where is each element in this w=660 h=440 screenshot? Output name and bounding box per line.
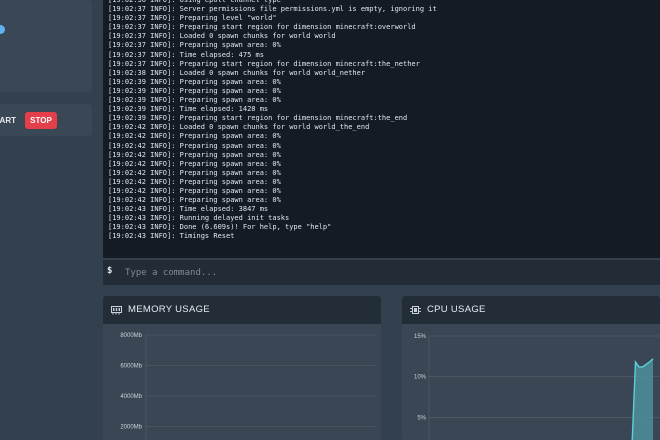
console-line: [19:02:42 INFO]: Preparing spawn area: 0… — [108, 132, 281, 141]
console-line: [19:02:39 INFO]: Preparing spawn area: 0… — [108, 86, 281, 95]
console-line: [19:02:37 INFO]: Loaded 0 spawn chunks f… — [108, 32, 336, 41]
console-line: [19:02:42 INFO]: Preparing spawn area: 0… — [108, 168, 281, 177]
memory-panel-title: MEMORY USAGE — [128, 304, 210, 315]
console-line: [19:02:42 INFO]: Preparing spawn area: 0… — [108, 141, 281, 150]
memory-tick-label: 6000Mb — [120, 364, 142, 370]
console-line: [19:02:42 INFO]: Preparing spawn area: 0… — [108, 186, 281, 195]
console-line: [19:02:42 INFO]: Preparing spawn area: 0… — [108, 159, 281, 168]
memory-chart: 8000Mb 6000Mb 4000Mb 2000Mb — [120, 333, 376, 440]
console-line: [19:02:39 INFO]: Preparing start region … — [108, 114, 408, 123]
console-line: [19:02:37 INFO]: Preparing start region … — [108, 59, 420, 68]
memory-tick-label: 4000Mb — [120, 394, 142, 400]
console-line: [19:02:42 INFO]: Preparing spawn area: 0… — [108, 177, 281, 186]
stop-button[interactable]: STOP — [25, 112, 57, 129]
cpu-usage-line — [631, 358, 654, 440]
restart-button[interactable]: ART — [0, 112, 16, 129]
memory-panel-header: MEMORY USAGE — [103, 296, 381, 324]
console-line: [19:02:39 INFO]: Preparing spawn area: 0… — [108, 77, 281, 86]
command-input[interactable] — [121, 264, 649, 281]
console-line: [19:02:42 INFO]: Preparing spawn area: 0… — [108, 196, 281, 205]
memory-usage-panel: MEMORY USAGE 8000Mb 6000Mb 4000Mb 2000Mb — [103, 296, 381, 440]
cpu-tick-label: 10% — [414, 375, 427, 381]
console-line: [19:02:43 INFO]: Running delayed init ta… — [108, 214, 290, 223]
memory-tick-label: 8000Mb — [120, 333, 142, 339]
cpu-usage-panel: CPU USAGE 15% 10% 5% — [402, 296, 660, 440]
console-line: [19:02:43 INFO]: Timings Reset — [108, 232, 235, 241]
console-line: [19:02:37 INFO]: Preparing start region … — [108, 23, 416, 32]
cpu-tick-label: 5% — [417, 415, 426, 421]
cpu-icon — [410, 306, 421, 314]
cpu-tick-label: 15% — [414, 334, 427, 340]
status-indicator-icon — [0, 25, 5, 34]
console-line: [19:02:37 INFO]: Preparing level "world" — [108, 14, 277, 23]
console-line: [19:02:39 INFO]: Preparing spawn area: 0… — [108, 96, 281, 105]
memory-icon — [111, 306, 122, 315]
command-bar: $ — [103, 260, 660, 285]
console-line: [19:02:43 INFO]: Time elapsed: 3847 ms — [108, 205, 269, 214]
console-line: [19:02:43 INFO]: Done (6.609s)! For help… — [108, 223, 332, 232]
memory-tick-label: 2000Mb — [120, 425, 142, 431]
console-line: [19:02:37 INFO]: Server permissions file… — [108, 5, 437, 14]
cpu-usage-area — [632, 358, 653, 440]
cpu-chart: 15% 10% 5% — [414, 334, 660, 440]
console-line: [19:02:42 INFO]: Loaded 0 spawn chunks f… — [108, 123, 370, 132]
prompt-icon: $ — [107, 266, 113, 276]
console-output: [19:02:36 INFO]: Using epoll channel typ… — [108, 0, 658, 242]
cpu-panel-title: CPU USAGE — [427, 304, 486, 315]
console-line: [19:02:39 INFO]: Time elapsed: 1428 ms — [108, 105, 269, 114]
console-line: [19:02:37 INFO]: Time elapsed: 475 ms — [108, 50, 264, 59]
console-line: [19:02:37 INFO]: Preparing spawn area: 0… — [108, 41, 281, 50]
server-info-card — [0, 0, 92, 92]
server-console[interactable]: [19:02:36 INFO]: Using epoll channel typ… — [103, 0, 660, 258]
console-line: [19:02:42 INFO]: Preparing spawn area: 0… — [108, 150, 281, 159]
console-line: [19:02:38 INFO]: Loaded 0 spawn chunks f… — [108, 68, 366, 77]
cpu-panel-header: CPU USAGE — [402, 296, 660, 324]
